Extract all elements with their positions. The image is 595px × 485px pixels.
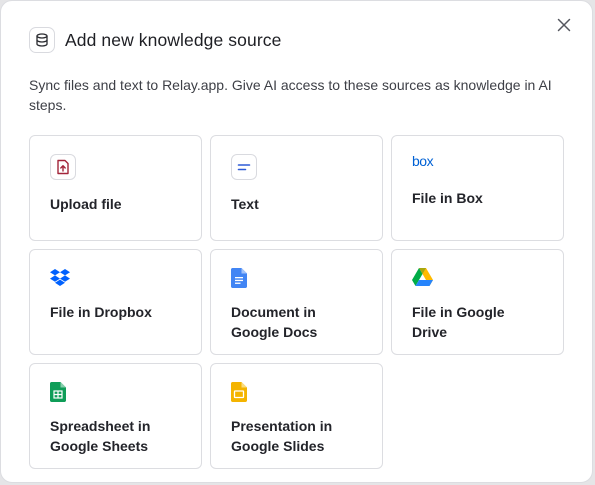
source-card-label: Document in Google Docs	[231, 304, 318, 340]
source-card-upload-file[interactable]: Upload file	[29, 135, 202, 241]
source-card-label: File in Box	[412, 190, 483, 206]
source-card-google-sheets[interactable]: Spreadsheet in Google Sheets	[29, 363, 202, 469]
close-button[interactable]	[554, 15, 574, 35]
upload-file-icon	[50, 154, 76, 180]
source-card-label: Presentation in Google Slides	[231, 418, 333, 454]
source-card-dropbox[interactable]: File in Dropbox	[29, 249, 202, 355]
source-card-label: Text	[231, 196, 259, 212]
source-card-label: Spreadsheet in Google Sheets	[50, 418, 151, 454]
source-grid: Upload file Text box File in Box File in…	[29, 135, 564, 469]
box-logo-icon: box	[412, 153, 434, 169]
source-card-label: File in Google Drive	[412, 304, 505, 340]
dialog-header: Add new knowledge source	[29, 27, 281, 53]
source-card-label: Upload file	[50, 196, 122, 212]
source-card-google-drive[interactable]: File in Google Drive	[391, 249, 564, 355]
database-icon	[29, 27, 55, 53]
close-icon[interactable]	[557, 18, 571, 32]
text-icon	[231, 154, 257, 180]
source-card-label: File in Dropbox	[50, 304, 152, 320]
google-drive-icon	[412, 268, 433, 286]
add-knowledge-source-dialog: Add new knowledge source Sync files and …	[0, 0, 593, 483]
source-card-text[interactable]: Text	[210, 135, 383, 241]
dropbox-logo-icon	[50, 269, 70, 286]
source-card-box[interactable]: box File in Box	[391, 135, 564, 241]
google-slides-icon	[231, 382, 247, 402]
google-sheets-icon	[50, 382, 66, 402]
google-docs-icon	[231, 268, 247, 288]
source-card-google-docs[interactable]: Document in Google Docs	[210, 249, 383, 355]
source-card-google-slides[interactable]: Presentation in Google Slides	[210, 363, 383, 469]
dialog-title: Add new knowledge source	[65, 29, 282, 50]
dialog-description: Sync files and text to Relay.app. Give A…	[29, 77, 552, 113]
